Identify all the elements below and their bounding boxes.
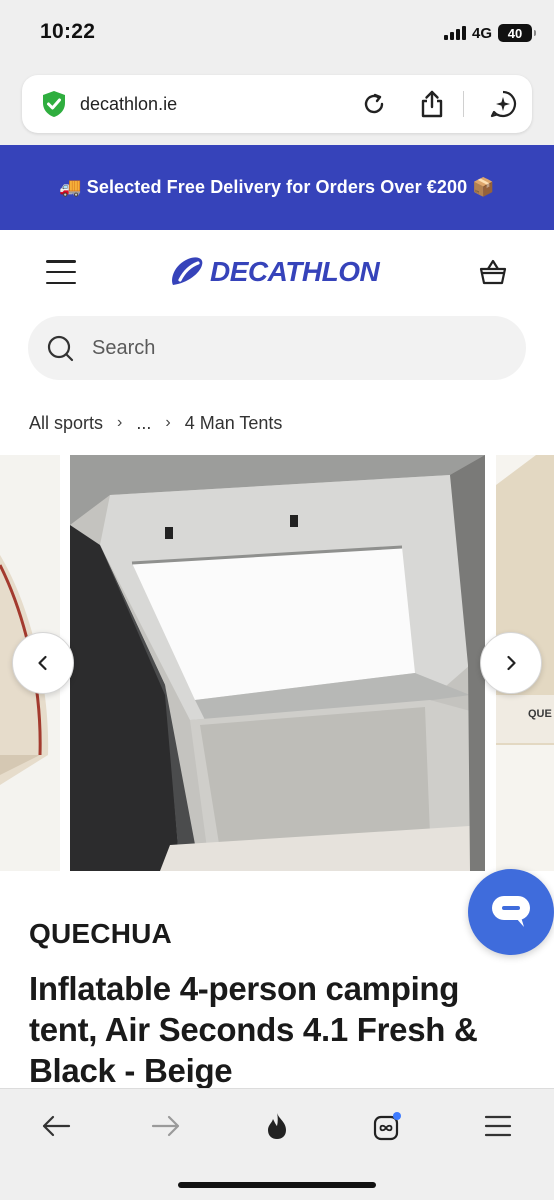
browser-chrome: decathlon.ie xyxy=(0,64,554,145)
chevron-right-icon: › xyxy=(165,414,171,431)
cart-icon[interactable] xyxy=(477,256,509,288)
breadcrumb-item-ellipsis[interactable]: ... xyxy=(136,413,151,434)
forward-button[interactable] xyxy=(146,1109,186,1143)
share-button[interactable] xyxy=(416,88,448,120)
menu-icon[interactable] xyxy=(46,260,76,284)
product-gallery[interactable]: QUE xyxy=(0,455,554,871)
tent-interior-image[interactable] xyxy=(70,455,485,871)
search-bar[interactable] xyxy=(28,316,526,380)
product-brand[interactable]: QUECHUA xyxy=(29,918,172,950)
chat-icon xyxy=(492,896,530,927)
hamburger-icon xyxy=(484,1115,512,1137)
decathlon-logo[interactable]: DECATHLON xyxy=(168,254,380,290)
logo-mark-icon xyxy=(172,257,203,285)
chevron-left-icon xyxy=(38,655,47,671)
product-title: Inflatable 4-person camping tent, Air Se… xyxy=(29,970,478,1089)
back-button[interactable] xyxy=(36,1109,76,1143)
logo-text: DECATHLON xyxy=(210,256,380,287)
chat-button[interactable] xyxy=(468,869,554,955)
forward-arrow-icon xyxy=(151,1115,180,1137)
breadcrumb-item-4-man-tents[interactable]: 4 Man Tents xyxy=(185,413,283,434)
divider xyxy=(463,91,464,117)
signal-icon xyxy=(443,26,466,40)
promo-text: 🚚 Selected Free Delivery for Orders Over… xyxy=(59,177,495,197)
reload-icon xyxy=(364,93,384,114)
home-indicator[interactable] xyxy=(178,1182,376,1188)
status-bar: 10:22 4G 40 xyxy=(0,0,554,64)
battery-level: 40 xyxy=(507,25,523,41)
url-text[interactable]: decathlon.ie xyxy=(80,94,177,115)
search-icon xyxy=(47,335,74,362)
gallery-next-button[interactable] xyxy=(480,632,542,694)
reload-button[interactable] xyxy=(358,88,390,120)
address-bar[interactable]: decathlon.ie xyxy=(22,75,532,133)
network-type: 4G xyxy=(471,24,492,42)
promo-banner[interactable]: 🚚 Selected Free Delivery for Orders Over… xyxy=(0,145,554,230)
breadcrumb-item-all-sports[interactable]: All sports xyxy=(29,413,103,434)
flame-button[interactable] xyxy=(257,1109,297,1143)
assistant-sparkle-icon xyxy=(490,90,517,118)
search-input[interactable] xyxy=(92,328,492,368)
chevron-right-icon: › xyxy=(117,414,123,431)
svg-text:QUE: QUE xyxy=(528,708,552,720)
site-header: DECATHLON xyxy=(0,230,554,314)
gallery-prev-button[interactable] xyxy=(12,632,74,694)
tabs-icon xyxy=(373,1112,401,1141)
hamburger-button[interactable] xyxy=(478,1109,518,1143)
shield-check-icon xyxy=(43,91,65,117)
status-indicators: 4G 40 xyxy=(443,22,536,44)
battery-icon: 40 xyxy=(498,24,536,42)
tabs-button[interactable] xyxy=(367,1109,407,1143)
status-time: 10:22 xyxy=(40,20,96,43)
flame-icon xyxy=(268,1113,286,1139)
tent-interior-photo xyxy=(70,455,485,871)
share-icon xyxy=(421,90,443,118)
chevron-right-icon xyxy=(507,655,516,671)
back-arrow-icon xyxy=(42,1115,71,1137)
breadcrumb: All sports › ... › 4 Man Tents xyxy=(29,410,282,436)
assistant-button[interactable] xyxy=(487,88,519,120)
